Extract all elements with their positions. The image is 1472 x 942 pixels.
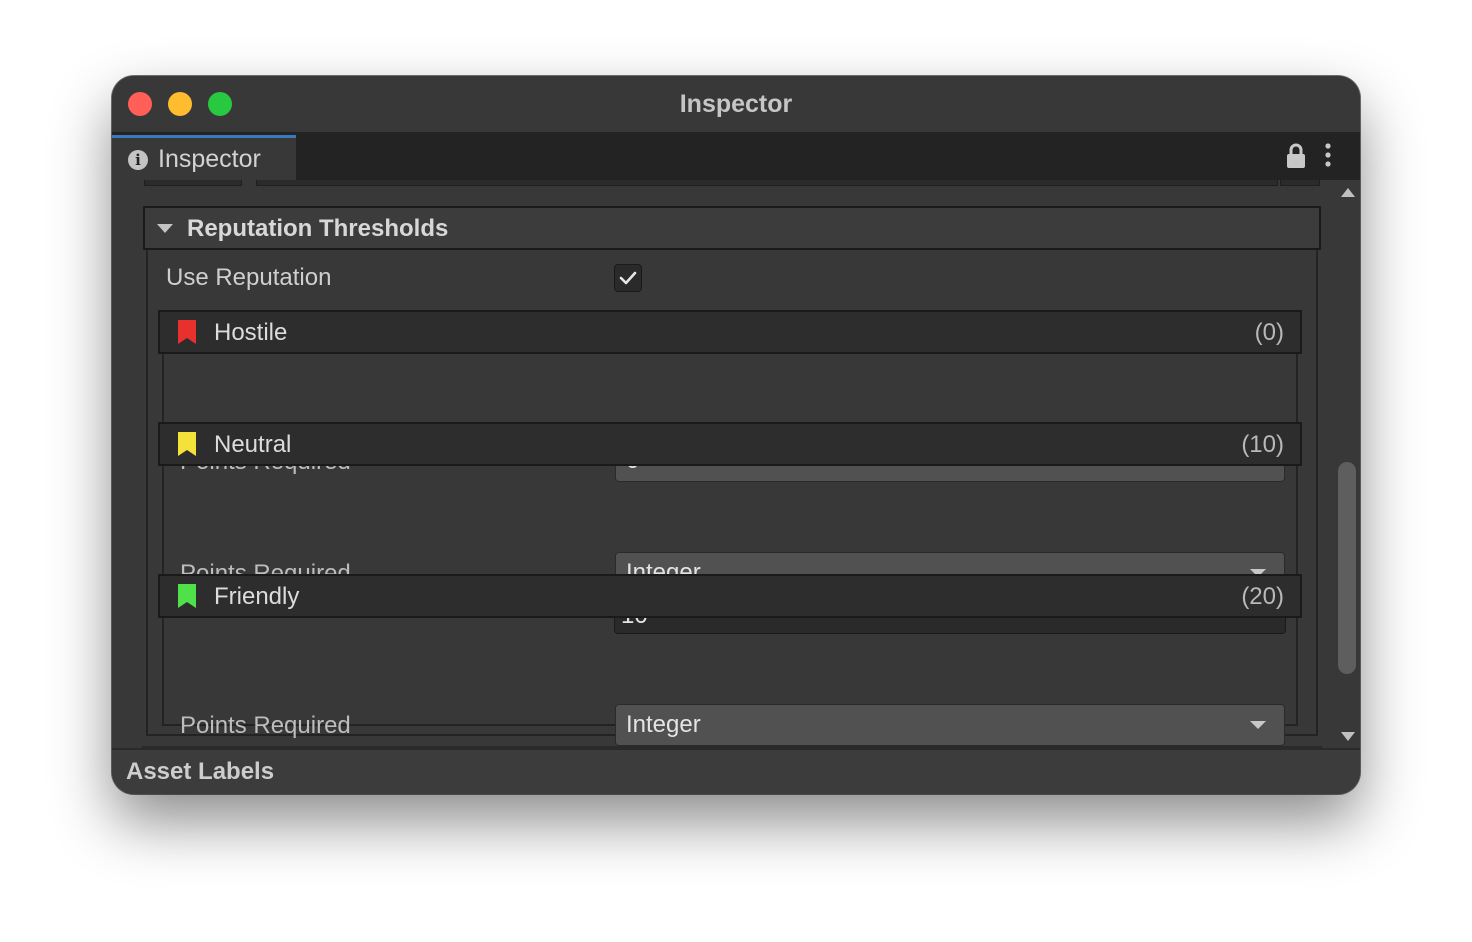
threshold-name: Hostile <box>214 319 288 346</box>
asset-labels-bar[interactable]: Asset Labels <box>112 748 1360 794</box>
section-title: Reputation Thresholds <box>187 215 449 242</box>
points-required-dropdown-friendly[interactable]: Integer <box>615 704 1285 746</box>
triangle-down-icon <box>157 224 173 233</box>
threshold-name: Neutral <box>214 431 292 458</box>
threshold-count: (0) <box>1254 319 1284 346</box>
reputation-thresholds-foldout[interactable]: Reputation Thresholds <box>143 206 1321 250</box>
tab-label: Inspector <box>158 145 261 173</box>
threshold-name: Friendly <box>214 583 300 610</box>
use-reputation-label: Use Reputation <box>166 264 332 291</box>
use-reputation-checkbox[interactable] <box>614 264 642 292</box>
scroll-up-arrow-icon[interactable] <box>1341 188 1355 197</box>
vertical-scrollbar[interactable] <box>1336 180 1360 748</box>
info-icon: i <box>128 150 148 170</box>
scroll-down-arrow-icon[interactable] <box>1341 732 1355 741</box>
bookmark-flag-icon <box>178 584 196 608</box>
threshold-body-hostile <box>162 354 1298 424</box>
dropdown-value: Integer <box>626 711 701 738</box>
lock-icon[interactable] <box>1284 142 1308 170</box>
threshold-header-friendly[interactable]: Friendly (20) <box>158 574 1302 618</box>
scrollbar-thumb[interactable] <box>1338 462 1356 674</box>
points-required-label: Points Required <box>180 712 351 739</box>
asset-labels-title: Asset Labels <box>126 758 275 785</box>
title-bar: Inspector <box>112 76 1360 132</box>
bookmark-flag-icon <box>178 320 196 344</box>
inspector-window: Inspector i Inspector Reputation Thresho… <box>112 76 1360 794</box>
threshold-header-neutral[interactable]: Neutral (10) <box>158 422 1302 466</box>
bookmark-flag-icon <box>178 432 196 456</box>
dropdown-arrow-icon <box>1250 721 1266 729</box>
tab-inspector[interactable]: i Inspector <box>112 135 296 180</box>
window-title: Inspector <box>679 90 793 118</box>
previous-field-edge <box>1280 180 1320 186</box>
threshold-count: (10) <box>1241 431 1284 458</box>
tab-bar: i Inspector <box>112 132 1360 180</box>
threshold-header-hostile[interactable]: Hostile (0) <box>158 310 1302 354</box>
inspector-content: Reputation Thresholds Use Reputation Hos… <box>112 180 1360 748</box>
more-vertical-icon[interactable] <box>1318 140 1338 170</box>
threshold-count: (20) <box>1241 583 1284 610</box>
checkmark-icon <box>619 271 637 285</box>
previous-field-edge <box>144 180 242 186</box>
previous-field-edge <box>256 180 1278 186</box>
